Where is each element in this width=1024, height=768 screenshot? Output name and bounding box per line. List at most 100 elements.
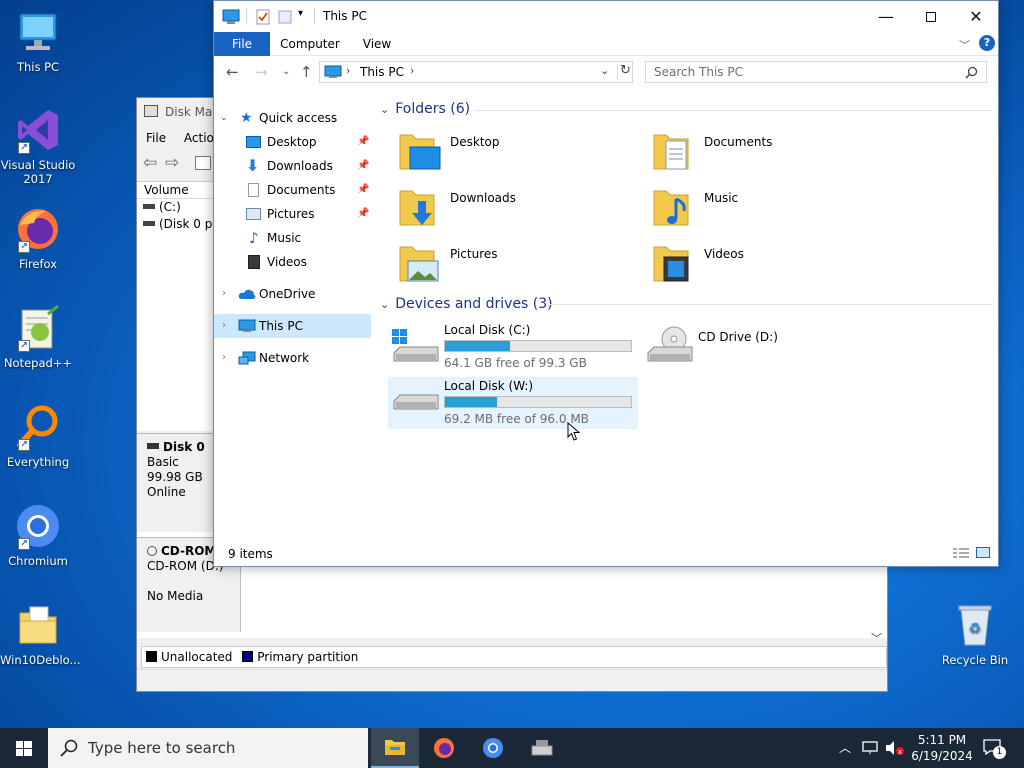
volume-row-c[interactable]: (C:) (137, 199, 215, 216)
pin-icon[interactable]: 📌 (357, 202, 369, 226)
disk0-type: Basic (147, 455, 179, 469)
desktop-icon-chromium[interactable]: ↗ Chromium (0, 502, 76, 568)
nav-this-pc[interactable]: › This PC (214, 314, 371, 338)
nav-quick-access[interactable]: ⌄ ★ Quick access (214, 106, 371, 130)
clock-date[interactable]: 6/19/2024 (911, 749, 973, 763)
nav-label: Music (267, 231, 302, 245)
expand-chevron-icon[interactable]: › (222, 346, 226, 370)
forward-arrow-icon[interactable]: ⇨ (165, 153, 179, 173)
volume-column-header[interactable]: Volume (137, 182, 215, 199)
maximize-button[interactable] (908, 1, 954, 32)
pin-icon[interactable]: 📌 (357, 178, 369, 202)
disk-management-title: Disk Man (165, 105, 220, 119)
menu-file[interactable]: File (146, 131, 166, 145)
tab-computer[interactable]: Computer (278, 32, 342, 56)
address-box[interactable]: › This PC › ⌄ ↻ (319, 61, 633, 83)
explorer-titlebar[interactable]: ▾ This PC — ✕ (214, 1, 998, 32)
taskbar-app-disk-management[interactable] (518, 728, 566, 768)
console-tree-icon[interactable] (195, 156, 211, 170)
drive-tile-d[interactable]: CD Drive (D:) (642, 321, 892, 373)
taskbar-search-input[interactable]: Type here to search (48, 728, 368, 768)
nav-videos[interactable]: Videos (214, 250, 371, 274)
nav-downloads[interactable]: ⬇ Downloads 📌 (214, 154, 371, 178)
folder-tile-desktop[interactable]: Desktop (398, 129, 638, 179)
folder-tile-videos[interactable]: Videos (652, 241, 892, 291)
nav-music[interactable]: ♪ Music (214, 226, 371, 250)
chromium-icon (483, 738, 503, 758)
disk-legend: Unallocated Primary partition (141, 646, 887, 668)
tab-file[interactable]: File (214, 32, 270, 56)
forward-button[interactable]: → (255, 63, 268, 81)
pin-icon[interactable]: 📌 (357, 130, 369, 154)
desktop-icon-notepadpp[interactable]: ↗ Notepad++ (0, 304, 76, 370)
nav-onedrive[interactable]: › OneDrive (214, 282, 371, 306)
disk-management-app-icon (144, 105, 158, 117)
action-center-button[interactable]: 1 (980, 736, 1008, 760)
folder-tile-downloads[interactable]: Downloads (398, 185, 638, 235)
drive-icon (143, 221, 155, 226)
desktop-icon-visual-studio[interactable]: ↗ Visual Studio 2017 (0, 106, 76, 186)
desktop-icon-everything[interactable]: ↗ Everything (0, 403, 76, 469)
file-explorer-window[interactable]: ▾ This PC — ✕ File Computer View ﹀ ? ← →… (213, 0, 999, 567)
nav-network[interactable]: › Network (214, 346, 371, 370)
back-button[interactable]: ← (226, 63, 239, 81)
primary-partition-swatch (242, 651, 254, 662)
this-pc-small-icon (238, 319, 256, 332)
tab-view[interactable]: View (358, 32, 396, 56)
up-button[interactable]: ↑ (300, 63, 313, 81)
nav-label: Documents (267, 183, 336, 197)
nav-pictures[interactable]: Pictures 📌 (214, 202, 371, 226)
nav-desktop[interactable]: Desktop 📌 (214, 130, 371, 154)
large-icons-view-icon[interactable] (976, 547, 990, 558)
nav-label: OneDrive (259, 287, 316, 301)
folder-tile-music[interactable]: Music (652, 185, 892, 235)
drive-usage-bar (444, 396, 632, 408)
pin-icon[interactable]: 📌 (357, 154, 369, 178)
show-hidden-icons-button[interactable]: ︿ (839, 739, 851, 756)
collapse-chevron-icon[interactable]: ⌄ (380, 298, 389, 311)
expand-ribbon-icon[interactable]: ﹀ (959, 37, 970, 53)
recent-locations-button[interactable]: ⌄ (282, 66, 290, 77)
volume-name: (C:) (159, 200, 181, 214)
folder-tile-pictures[interactable]: Pictures (398, 241, 638, 291)
firefox-icon: ↗ (14, 205, 62, 253)
properties-icon[interactable] (255, 9, 271, 25)
desktop-icon-win10debloater[interactable]: Win10Deblo... (0, 601, 80, 667)
scroll-down-arrow-icon[interactable]: ﹀ (871, 630, 882, 646)
taskbar-app-firefox[interactable] (420, 728, 468, 768)
customize-quick-access-icon[interactable]: ▾ (298, 8, 303, 19)
clock-time[interactable]: 5:11 PM (917, 733, 967, 747)
start-button[interactable] (0, 728, 48, 768)
help-icon[interactable]: ? (979, 35, 995, 51)
nav-documents[interactable]: Documents 📌 (214, 178, 371, 202)
details-view-icon[interactable] (953, 547, 969, 562)
breadcrumb-chevron-icon[interactable]: › (346, 64, 350, 77)
address-dropdown-icon[interactable]: ⌄ (600, 64, 609, 77)
expand-chevron-icon[interactable]: › (222, 282, 226, 306)
expand-chevron-icon[interactable]: ⌄ (220, 106, 228, 130)
drive-tile-c[interactable]: Local Disk (C:) 64.1 GB free of 99.3 GB (388, 321, 638, 373)
refresh-icon[interactable]: ↻ (620, 63, 631, 78)
search-input[interactable]: Search This PC (645, 61, 987, 83)
network-status-icon[interactable] (862, 741, 880, 755)
desktop-icon-recycle-bin[interactable]: ♻ Recycle Bin (937, 601, 1013, 667)
desktop-icon-this-pc[interactable]: This PC (0, 8, 76, 74)
new-folder-icon[interactable] (278, 9, 292, 25)
drives-group-header[interactable]: ⌄ Devices and drives (3) (380, 294, 553, 314)
folder-tile-documents[interactable]: Documents (652, 129, 892, 179)
desktop-icon-firefox[interactable]: ↗ Firefox (0, 205, 76, 271)
minimize-button[interactable]: — (863, 1, 909, 32)
collapse-chevron-icon[interactable]: ⌄ (380, 103, 389, 116)
taskbar-app-file-explorer[interactable] (371, 728, 419, 768)
breadcrumb-this-pc[interactable]: This PC (360, 65, 404, 79)
volume-muted-icon[interactable]: x (885, 740, 905, 756)
back-arrow-icon[interactable]: ⇦ (143, 153, 157, 173)
folders-group-header[interactable]: ⌄ Folders (6) (380, 99, 470, 119)
breadcrumb-chevron-icon[interactable]: › (410, 64, 414, 77)
drive-tile-w[interactable]: Local Disk (W:) 69.2 MB free of 96.0 MB (388, 377, 638, 429)
volume-row-disk0-partition[interactable]: (Disk 0 par (137, 216, 215, 233)
desktop-icon-label: Visual Studio 2017 (0, 158, 76, 186)
close-button[interactable]: ✕ (953, 1, 999, 32)
taskbar-app-chromium[interactable] (469, 728, 517, 768)
expand-chevron-icon[interactable]: › (222, 314, 226, 338)
